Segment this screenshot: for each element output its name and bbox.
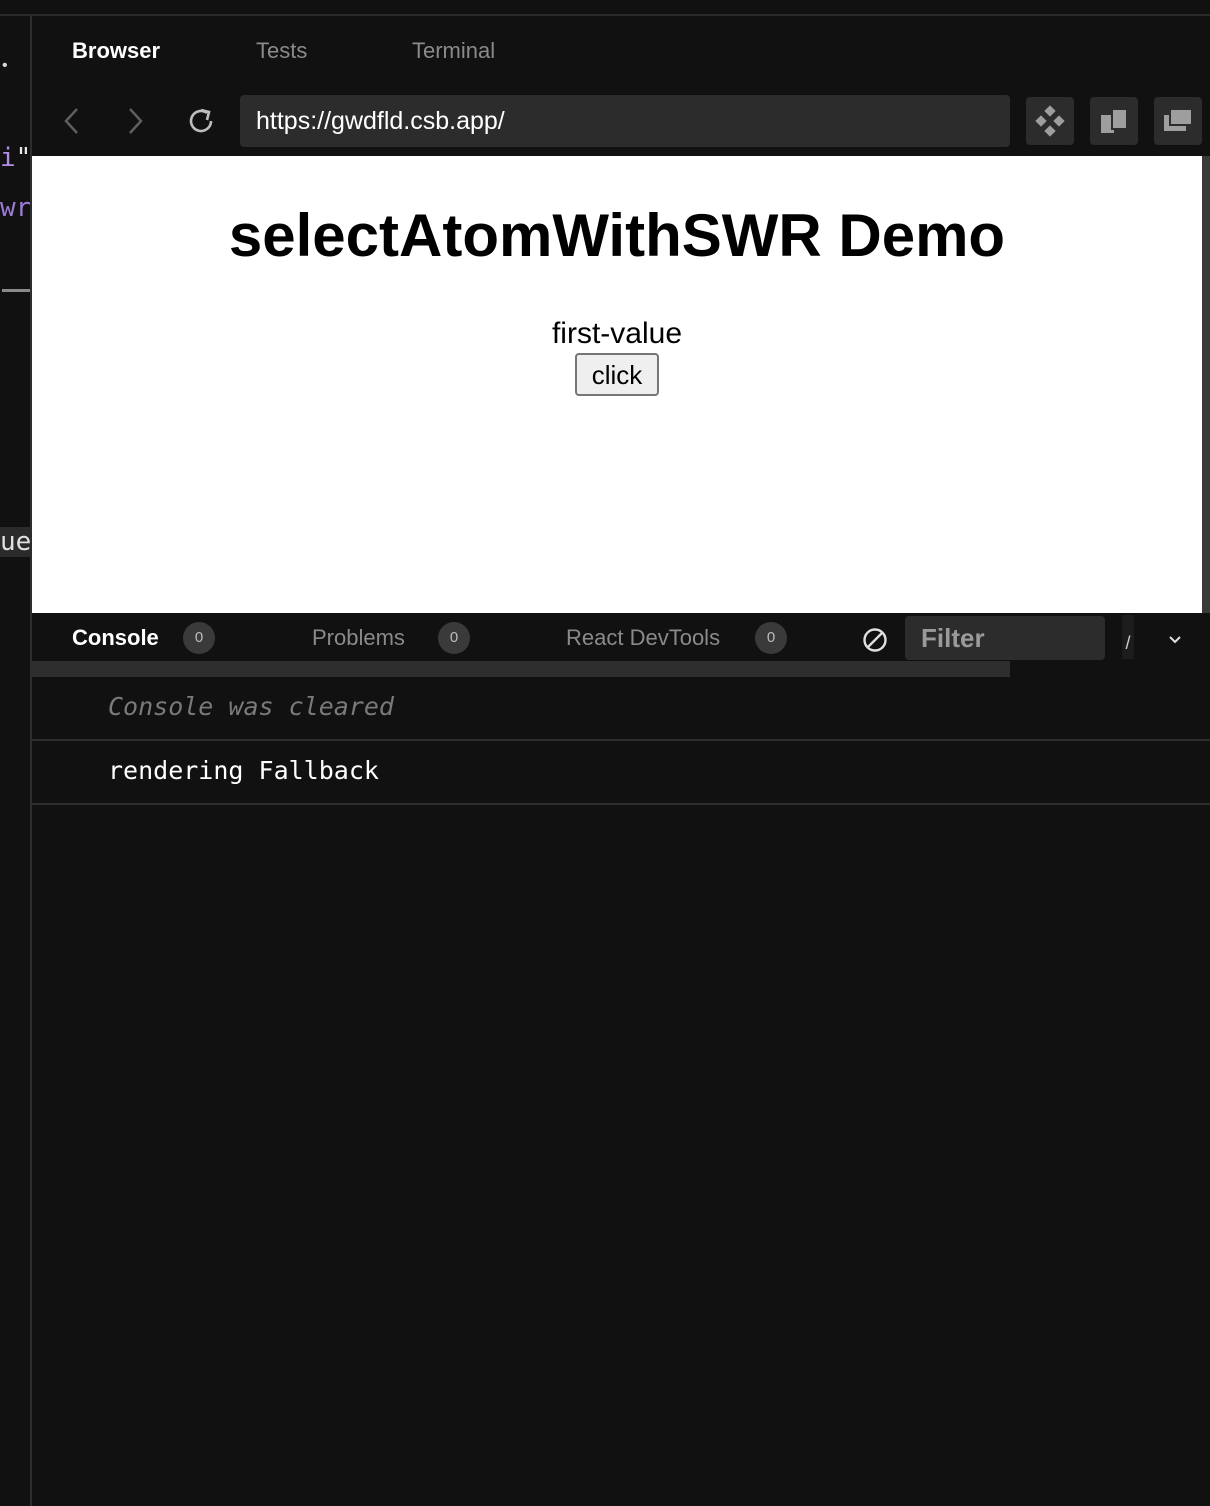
preview-scrollbar[interactable] <box>1202 156 1210 613</box>
reload-button[interactable] <box>181 98 221 144</box>
preview-viewport: selectAtomWithSWR Demo first-value click <box>32 156 1202 613</box>
open-new-window-button[interactable] <box>1154 97 1202 145</box>
tab-react-devtools[interactable]: React DevTools <box>566 625 720 651</box>
editor-code-line: i" <box>0 143 30 173</box>
preview-tab-bar: Browser Tests Terminal <box>32 16 1210 86</box>
tab-terminal[interactable]: Terminal <box>412 38 495 64</box>
filter-input[interactable] <box>905 616 1105 660</box>
forward-button[interactable] <box>115 98 155 144</box>
chevron-right-icon <box>129 108 143 134</box>
demo-title: selectAtomWithSWR Demo <box>228 202 1006 269</box>
collapse-devtools-button[interactable] <box>1162 627 1188 653</box>
click-button[interactable]: click <box>575 353 659 396</box>
tab-tests[interactable]: Tests <box>256 38 307 64</box>
code-editor-edge[interactable]: • i" wr ue <box>0 16 30 1506</box>
demo-value: first-value <box>551 317 683 350</box>
browser-nav-bar: https://gwdfld.csb.app/ <box>32 86 1210 156</box>
split-view-button[interactable] <box>1090 97 1138 145</box>
console-message: Console was cleared <box>32 677 1210 741</box>
console-count-badge: 0 <box>183 622 215 654</box>
window-top-strip <box>0 0 1210 16</box>
code-token: i <box>0 143 16 173</box>
devtools-tab-bar: Console 0 Problems 0 React DevTools 0 / <box>32 615 1210 661</box>
split-panel-icon <box>1101 108 1128 133</box>
clear-icon <box>863 628 887 652</box>
chevron-left-icon <box>64 108 78 134</box>
codesandbox-button[interactable] <box>1026 97 1074 145</box>
tab-problems[interactable]: Problems <box>312 625 405 651</box>
clear-console-button[interactable] <box>860 625 890 655</box>
react-devtools-count-badge: 0 <box>755 622 787 654</box>
editor-code-line-highlighted: ue <box>0 527 30 557</box>
editor-line-marker <box>2 289 30 292</box>
console-message: rendering Fallback <box>32 741 1210 805</box>
console-message-text: Console was cleared <box>108 692 394 721</box>
log-level-selector[interactable]: / <box>1122 615 1134 659</box>
console-scroll-track <box>32 661 1010 677</box>
tab-console[interactable]: Console <box>72 625 159 651</box>
back-button[interactable] <box>52 98 92 144</box>
problems-count-badge: 0 <box>438 622 470 654</box>
editor-tab-dirty-dot: • <box>2 57 8 74</box>
diamond-grid-icon <box>1035 105 1065 137</box>
code-token-quote: " <box>15 143 30 173</box>
console-message-text: rendering Fallback <box>108 756 379 785</box>
editor-code-line: wr <box>0 193 30 223</box>
reload-icon <box>189 108 213 133</box>
tab-browser[interactable]: Browser <box>72 38 160 64</box>
chevron-down-icon <box>1169 636 1181 644</box>
windows-icon <box>1164 108 1193 131</box>
url-input[interactable]: https://gwdfld.csb.app/ <box>240 95 1010 147</box>
